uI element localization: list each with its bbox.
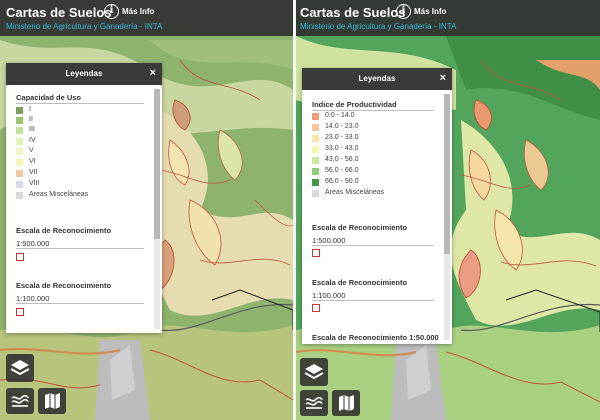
legend-item-label: VI	[29, 158, 36, 165]
section-divider	[312, 300, 434, 301]
legend-title: Leyendas	[65, 69, 103, 78]
legend-item-label: III	[29, 126, 35, 133]
legend-item-label: VII	[29, 169, 38, 176]
layers-icon	[304, 364, 324, 380]
scale-checkbox[interactable]	[16, 308, 24, 316]
legend-title: Leyendas	[358, 74, 396, 83]
legend-header: Leyendas ×	[302, 68, 452, 90]
scale-checkbox[interactable]	[312, 249, 320, 257]
legend-item-label: 33.0 - 43.0	[325, 145, 359, 152]
legend-scrollbar[interactable]	[154, 89, 160, 329]
legend-swatch	[16, 138, 23, 145]
scale-title: Escala de Reconocimiento	[312, 223, 408, 232]
legend-swatch	[16, 192, 23, 199]
map-button[interactable]	[38, 388, 66, 414]
more-info-link[interactable]: Más Info	[122, 7, 154, 16]
scale-title: Escala de Reconocimiento 1:50.000	[312, 333, 439, 342]
legend-swatch	[16, 159, 23, 166]
legend-item-label: V	[29, 147, 34, 154]
basemap-button[interactable]	[300, 390, 328, 416]
scale-value: 1:100.000	[312, 291, 346, 300]
app-title: Cartas de Suelos	[300, 5, 406, 20]
legend-swatch	[312, 113, 319, 120]
layers-button[interactable]	[300, 358, 328, 386]
section-divider	[16, 103, 144, 104]
legend-item-label: 43.0 - 56.0	[325, 156, 359, 163]
legend-swatch	[312, 146, 319, 153]
section-divider	[16, 248, 144, 249]
scrollbar-thumb[interactable]	[154, 89, 160, 239]
info-icon[interactable]: i	[104, 4, 119, 19]
legend-item-label: 23.0 - 33.0	[325, 134, 359, 141]
map-button[interactable]	[332, 390, 360, 416]
app-title: Cartas de Suelos	[6, 5, 112, 20]
scrollbar-thumb[interactable]	[444, 94, 450, 254]
legend-body[interactable]: Indice de Productividad 0.0 - 14.0 14.0 …	[302, 90, 452, 344]
scale-value: 1:100.000	[16, 294, 50, 303]
app-subtitle: Ministerio de Agricultura y Ganadería - …	[6, 22, 163, 31]
legend-swatch	[312, 190, 319, 197]
scale-title: Escala de Reconocimiento	[16, 226, 112, 235]
section-divider	[16, 303, 144, 304]
legend-body[interactable]: Capacidad de Uso I II III IV V VI VII VI…	[6, 85, 162, 333]
legend-swatch	[16, 127, 23, 134]
legend-section-title: Capacidad de Uso	[16, 93, 82, 102]
scale-checkbox[interactable]	[312, 304, 320, 312]
legend-item-label: Areas Misceláneas	[29, 191, 89, 198]
scale-checkbox[interactable]	[16, 253, 24, 261]
legend-item-label: Areas Misceláneas	[325, 189, 385, 196]
scale-value: 1:500.000	[16, 239, 50, 248]
legend-panel: Leyendas × Capacidad de Uso I II III IV	[6, 63, 162, 333]
legend-swatch	[16, 181, 23, 188]
legend-scrollbar[interactable]	[444, 94, 450, 340]
app-header: Cartas de Suelos i Más Info Ministerio d…	[0, 0, 293, 36]
waves-icon	[305, 396, 323, 409]
legend-section-title: Indice de Productividad	[312, 100, 397, 109]
map-icon	[45, 393, 60, 409]
legend-panel: Leyendas × Indice de Productividad 0.0 -…	[302, 68, 452, 344]
left-screenshot: Cartas de Suelos i Más Info Ministerio d…	[0, 0, 293, 420]
waves-icon	[11, 394, 29, 407]
legend-swatch	[312, 124, 319, 131]
legend-item-label: 14.0 - 23.0	[325, 123, 359, 130]
legend-item-label: 66.0 - 90.0	[325, 178, 359, 185]
layers-button[interactable]	[6, 354, 34, 382]
legend-swatch	[312, 157, 319, 164]
scale-title: Escala de Reconocimiento	[312, 278, 408, 287]
legend-swatch	[312, 135, 319, 142]
legend-swatch	[16, 148, 23, 155]
more-info-link[interactable]: Más Info	[414, 7, 446, 16]
right-screenshot: Cartas de Suelos i Más Info Ministerio d…	[296, 0, 600, 420]
legend-item-label: 0.0 - 14.0	[325, 112, 355, 119]
legend-swatch	[16, 107, 23, 114]
legend-swatch	[312, 168, 319, 175]
legend-swatch	[16, 117, 23, 124]
app-subtitle: Ministerio de Agricultura y Ganadería - …	[300, 22, 457, 31]
app-header: Cartas de Suelos i Más Info Ministerio d…	[296, 0, 600, 36]
legend-item-label: II	[29, 116, 33, 123]
close-icon[interactable]: ×	[150, 67, 156, 79]
legend-swatch	[312, 179, 319, 186]
legend-item-label: VIII	[29, 180, 40, 187]
legend-header: Leyendas ×	[6, 63, 162, 85]
legend-item-label: I	[29, 106, 31, 113]
legend-swatch	[16, 170, 23, 177]
legend-item-label: IV	[29, 137, 36, 144]
map-icon	[339, 395, 354, 411]
section-divider	[312, 110, 434, 111]
scale-title: Escala de Reconocimiento	[16, 281, 112, 290]
info-icon[interactable]: i	[396, 4, 411, 19]
legend-item-label: 56.0 - 66.0	[325, 167, 359, 174]
layers-icon	[10, 360, 30, 376]
basemap-button[interactable]	[6, 388, 34, 414]
section-divider	[312, 245, 434, 246]
scale-value: 1:500.000	[312, 236, 346, 245]
close-icon[interactable]: ×	[440, 72, 446, 84]
